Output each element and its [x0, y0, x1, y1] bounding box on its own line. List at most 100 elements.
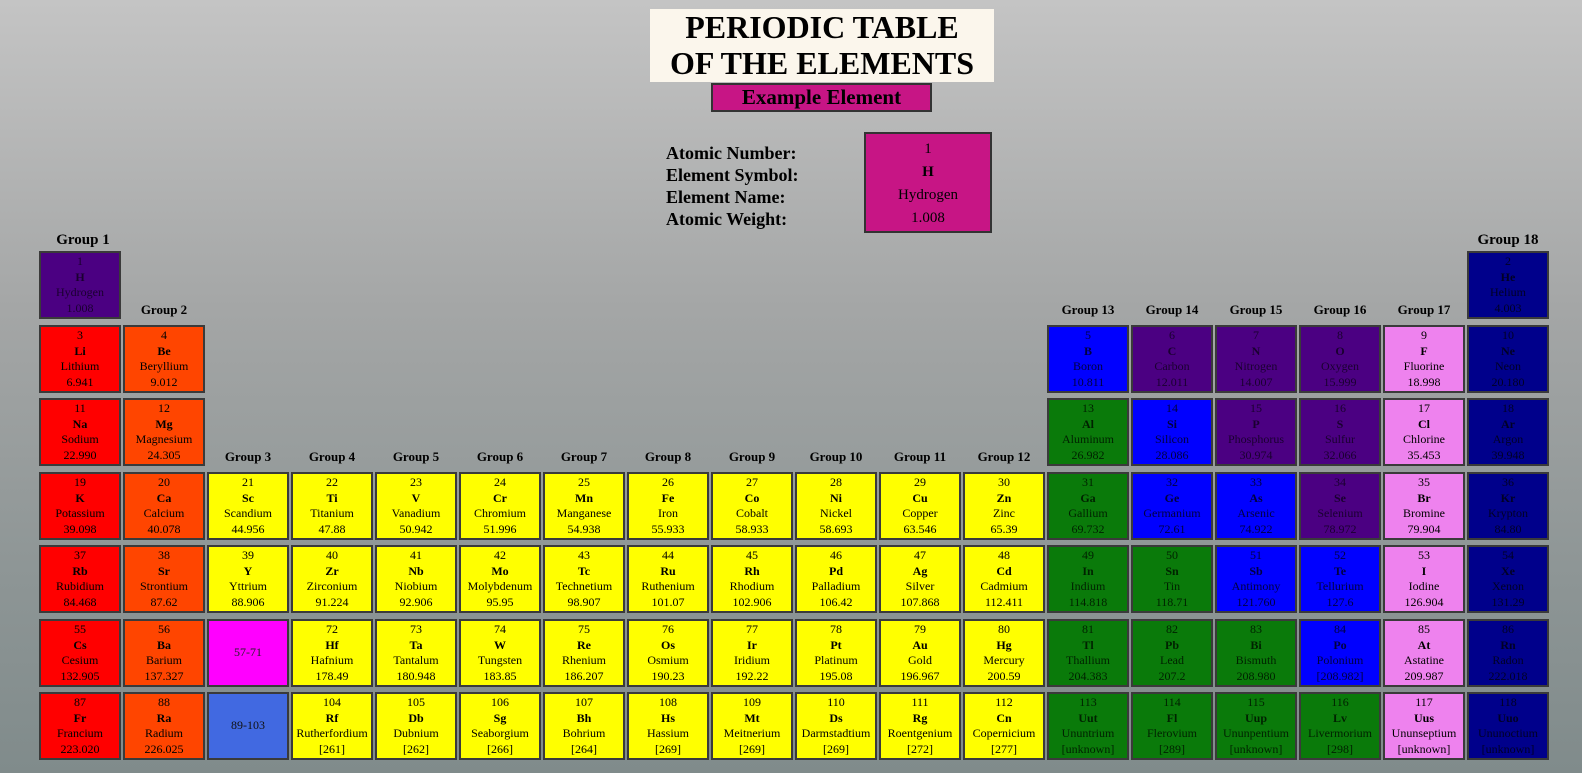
element-number: 87	[74, 695, 86, 709]
element-name: Darmstadtium	[801, 726, 871, 740]
group-label-4: Group 4	[308, 449, 356, 464]
element-cell-pt[interactable]: 78 Pt Platinum 195.08	[795, 619, 877, 687]
element-cell-sr[interactable]: 38 Sr Strontium 87.62	[123, 545, 205, 613]
element-cell-cd[interactable]: 48 Cd Cadmium 112.411	[963, 545, 1045, 613]
element-cell-he[interactable]: 2 He Helium 4.003	[1467, 251, 1549, 319]
element-cell-in[interactable]: 49 In Indium 114.818	[1047, 545, 1129, 613]
element-cell-ds[interactable]: 110 Ds Darmstadtium [269]	[795, 692, 877, 760]
element-cell-nb[interactable]: 41 Nb Niobium 92.906	[375, 545, 457, 613]
element-symbol: Fl	[1166, 710, 1178, 725]
element-cell-uuo[interactable]: 118 Uuo Ununoctium [unknown]	[1467, 692, 1549, 760]
element-cell-fe[interactable]: 26 Fe Iron 55.933	[627, 472, 709, 540]
element-cell-zr[interactable]: 40 Zr Zirconium 91.224	[291, 545, 373, 613]
element-cell-tl[interactable]: 81 Tl Thallium 204.383	[1047, 619, 1129, 687]
element-cell-rf[interactable]: 104 Rf Rutherfordium [261]	[291, 692, 373, 760]
element-cell-i[interactable]: 53 I Iodine 126.904	[1383, 545, 1465, 613]
element-cell-cn[interactable]: 112 Cn Copernicium [277]	[963, 692, 1045, 760]
element-cell-s[interactable]: 16 S Sulfur 32.066	[1299, 398, 1381, 466]
element-cell-uus[interactable]: 117 Uus Ununseptium [unknown]	[1383, 692, 1465, 760]
element-cell-sg[interactable]: 106 Sg Seaborgium [266]	[459, 692, 541, 760]
element-cell-f[interactable]: 9 F Fluorine 18.998	[1383, 325, 1465, 393]
element-cell-ag[interactable]: 47 Ag Silver 107.868	[879, 545, 961, 613]
element-symbol: Sb	[1249, 563, 1263, 578]
element-cell-mg[interactable]: 12 Mg Magnesium 24.305	[123, 398, 205, 466]
element-cell-ga[interactable]: 31 Ga Gallium 69.732	[1047, 472, 1129, 540]
element-cell-ba[interactable]: 56 Ba Barium 137.327	[123, 619, 205, 687]
element-cell-sc[interactable]: 21 Sc Scandium 44.956	[207, 472, 289, 540]
element-cell-db[interactable]: 105 Db Dubnium [262]	[375, 692, 457, 760]
element-cell-na[interactable]: 11 Na Sodium 22.990	[39, 398, 121, 466]
element-cell-w[interactable]: 74 W Tungsten 183.85	[459, 619, 541, 687]
element-cell-p[interactable]: 15 P Phosphorus 30.974	[1215, 398, 1297, 466]
element-cell-ne[interactable]: 10 Ne Neon 20.180	[1467, 325, 1549, 393]
element-cell-lv[interactable]: 116 Lv Livermorium [298]	[1299, 692, 1381, 760]
element-cell-cu[interactable]: 29 Cu Copper 63.546	[879, 472, 961, 540]
element-cell-tc[interactable]: 43 Tc Technetium 98.907	[543, 545, 625, 613]
element-cell-b[interactable]: 5 B Boron 10.811	[1047, 325, 1129, 393]
element-cell-ca[interactable]: 20 Ca Calcium 40.078	[123, 472, 205, 540]
element-cell-sb[interactable]: 51 Sb Antimony 121.760	[1215, 545, 1297, 613]
element-cell-o[interactable]: 8 O Oxygen 15.999	[1299, 325, 1381, 393]
element-cell-sn[interactable]: 50 Sn Tin 118.71	[1131, 545, 1213, 613]
element-cell-rn[interactable]: 86 Rn Radon 222.018	[1467, 619, 1549, 687]
element-cell-rg[interactable]: 111 Rg Roentgenium [272]	[879, 692, 961, 760]
element-cell-ni[interactable]: 28 Ni Nickel 58.693	[795, 472, 877, 540]
element-cell-te[interactable]: 52 Te Tellurium 127.6	[1299, 545, 1381, 613]
element-cell-li[interactable]: 3 Li Lithium 6.941	[39, 325, 121, 393]
element-cell-ir[interactable]: 77 Ir Iridium 192.22	[711, 619, 793, 687]
element-cell-mt[interactable]: 109 Mt Meitnerium [269]	[711, 692, 793, 760]
element-cell-be[interactable]: 4 Be Beryllium 9.012	[123, 325, 205, 393]
element-cell-po[interactable]: 84 Po Polonium [208.982]	[1299, 619, 1381, 687]
element-cell-fr[interactable]: 87 Fr Francium 223.020	[39, 692, 121, 760]
series-placeholder-lanthanide[interactable]: 57-71	[207, 619, 289, 687]
element-cell-ar[interactable]: 18 Ar Argon 39.948	[1467, 398, 1549, 466]
element-cell-as[interactable]: 33 As Arsenic 74.922	[1215, 472, 1297, 540]
element-cell-mo[interactable]: 42 Mo Molybdenum 95.95	[459, 545, 541, 613]
element-symbol: Db	[408, 710, 424, 725]
element-cell-zn[interactable]: 30 Zn Zinc 65.39	[963, 472, 1045, 540]
element-cell-h[interactable]: 1 H Hydrogen 1.008	[39, 251, 121, 319]
group-label-8: Group 8	[644, 449, 692, 464]
element-cell-al[interactable]: 13 Al Aluminum 26.982	[1047, 398, 1129, 466]
element-cell-si[interactable]: 14 Si Silicon 28.086	[1131, 398, 1213, 466]
element-cell-rb[interactable]: 37 Rb Rubidium 84.468	[39, 545, 121, 613]
element-cell-hf[interactable]: 72 Hf Hafnium 178.49	[291, 619, 373, 687]
element-cell-br[interactable]: 35 Br Bromine 79.904	[1383, 472, 1465, 540]
element-cell-y[interactable]: 39 Y Yttrium 88.906	[207, 545, 289, 613]
element-cell-uut[interactable]: 113 Uut Ununtrium [unknown]	[1047, 692, 1129, 760]
element-cell-hg[interactable]: 80 Hg Mercury 200.59	[963, 619, 1045, 687]
element-cell-ge[interactable]: 32 Ge Germanium 72.61	[1131, 472, 1213, 540]
element-cell-se[interactable]: 34 Se Selenium 78.972	[1299, 472, 1381, 540]
element-cell-ta[interactable]: 73 Ta Tantalum 180.948	[375, 619, 457, 687]
element-cell-cr[interactable]: 24 Cr Chromium 51.996	[459, 472, 541, 540]
element-cell-pd[interactable]: 46 Pd Palladium 106.42	[795, 545, 877, 613]
element-cell-hs[interactable]: 108 Hs Hassium [269]	[627, 692, 709, 760]
element-cell-n[interactable]: 7 N Nitrogen 14.007	[1215, 325, 1297, 393]
element-cell-os[interactable]: 76 Os Osmium 190.23	[627, 619, 709, 687]
element-cell-co[interactable]: 27 Co Cobalt 58.933	[711, 472, 793, 540]
element-symbol: Sc	[242, 490, 254, 505]
element-cell-k[interactable]: 19 K Potassium 39.098	[39, 472, 121, 540]
element-cell-mn[interactable]: 25 Mn Manganese 54.938	[543, 472, 625, 540]
element-cell-ru[interactable]: 44 Ru Ruthenium 101.07	[627, 545, 709, 613]
element-cell-rh[interactable]: 45 Rh Rhodium 102.906	[711, 545, 793, 613]
element-cell-uup[interactable]: 115 Uup Ununpentium [unknown]	[1215, 692, 1297, 760]
element-cell-bi[interactable]: 83 Bi Bismuth 208.980	[1215, 619, 1297, 687]
element-cell-cs[interactable]: 55 Cs Cesium 132.905	[39, 619, 121, 687]
element-number: 46	[830, 548, 842, 562]
element-cell-xe[interactable]: 54 Xe Xenon 131.29	[1467, 545, 1549, 613]
element-cell-at[interactable]: 85 At Astatine 209.987	[1383, 619, 1465, 687]
element-cell-ra[interactable]: 88 Ra Radium 226.025	[123, 692, 205, 760]
element-cell-kr[interactable]: 36 Kr Krypton 84.80	[1467, 472, 1549, 540]
element-cell-fl[interactable]: 114 Fl Flerovium [289]	[1131, 692, 1213, 760]
element-number: 27	[746, 475, 758, 489]
series-placeholder-actinide[interactable]: 89-103	[207, 692, 289, 760]
element-cell-v[interactable]: 23 V Vanadium 50.942	[375, 472, 457, 540]
element-cell-ti[interactable]: 22 Ti Titanium 47.88	[291, 472, 373, 540]
element-cell-bh[interactable]: 107 Bh Bohrium [264]	[543, 692, 625, 760]
element-cell-c[interactable]: 6 C Carbon 12.011	[1131, 325, 1213, 393]
element-cell-re[interactable]: 75 Re Rhenium 186.207	[543, 619, 625, 687]
element-cell-au[interactable]: 79 Au Gold 196.967	[879, 619, 961, 687]
element-cell-cl[interactable]: 17 Cl Chlorine 35.453	[1383, 398, 1465, 466]
element-cell-pb[interactable]: 82 Pb Lead 207.2	[1131, 619, 1213, 687]
